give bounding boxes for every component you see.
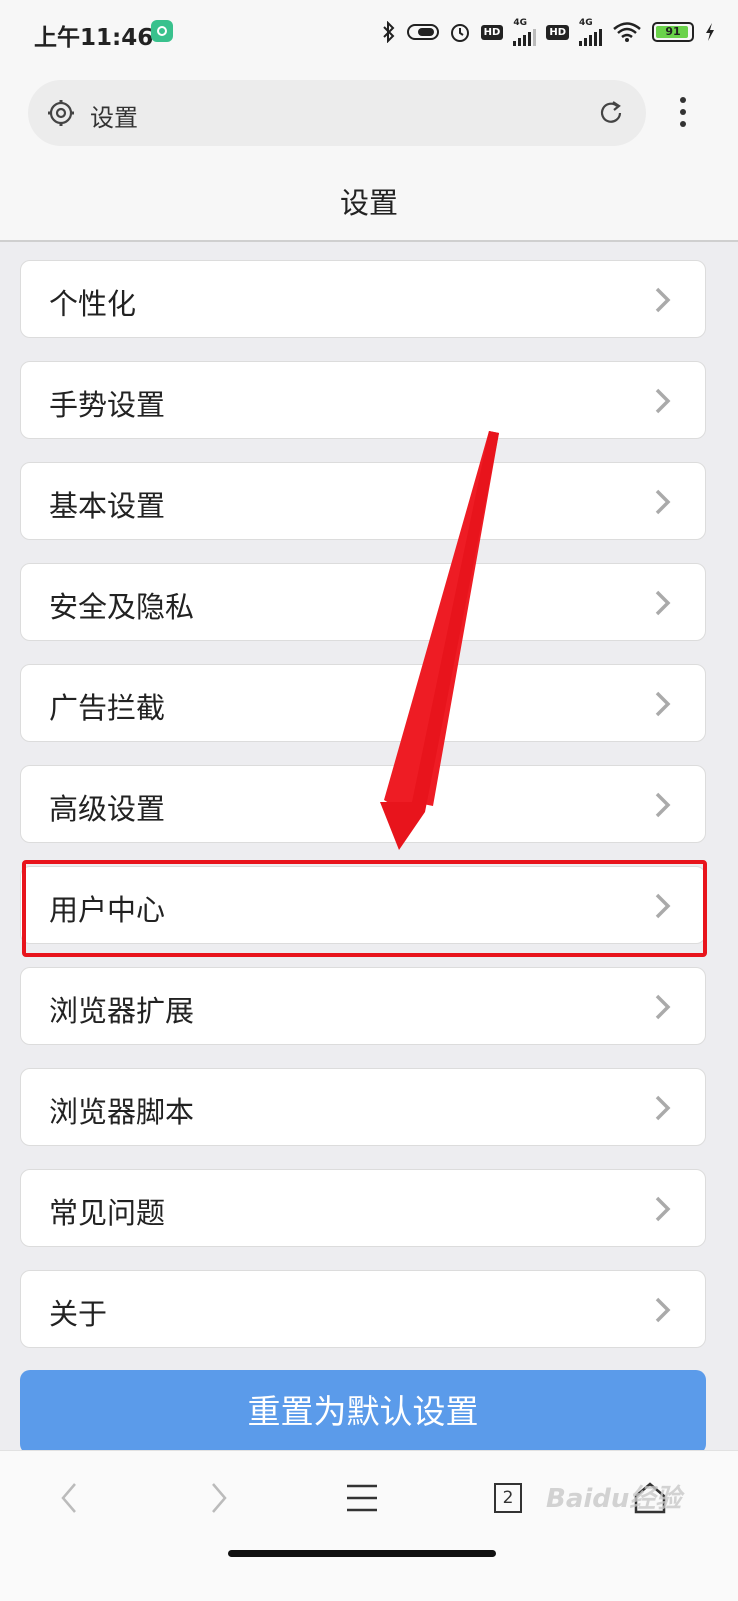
settings-item-label: 高级设置: [49, 792, 166, 826]
status-icons: HD 4G HD 4G 91: [381, 18, 716, 46]
gear-icon: [46, 98, 76, 128]
alarm-icon: [449, 21, 471, 43]
settings-item-browser-extensions[interactable]: 浏览器扩展: [20, 967, 706, 1045]
settings-item-browser-scripts[interactable]: 浏览器脚本: [20, 1068, 706, 1146]
reset-defaults-button[interactable]: 重置为默认设置: [20, 1370, 706, 1454]
network-type-2: 4G: [579, 17, 593, 28]
address-text: 设置: [90, 104, 138, 132]
chevron-right-icon: [653, 689, 673, 719]
settings-item-gestures[interactable]: 手势设置: [20, 361, 706, 439]
wifi-icon: [612, 21, 642, 43]
settings-item-user-center[interactable]: 用户中心: [20, 866, 706, 944]
settings-item-faq[interactable]: 常见问题: [20, 1169, 706, 1247]
settings-item-basic[interactable]: 基本设置: [20, 462, 706, 540]
settings-list: 个性化 手势设置 基本设置 安全及隐私 广告拦截 高级设置 用户中心 浏览器扩展…: [20, 260, 706, 1371]
settings-item-security-privacy[interactable]: 安全及隐私: [20, 563, 706, 641]
network-type-1: 4G: [513, 17, 527, 28]
chevron-right-icon: [653, 1295, 673, 1325]
chevron-right-icon: [653, 1194, 673, 1224]
hd-badge-2: HD: [546, 24, 569, 40]
bluetooth-icon: [381, 21, 397, 43]
settings-item-label: 关于: [49, 1297, 108, 1331]
reload-icon[interactable]: [596, 98, 626, 128]
home-indicator[interactable]: [228, 1550, 496, 1557]
settings-item-label: 常见问题: [49, 1196, 166, 1230]
settings-item-advanced[interactable]: 高级设置: [20, 765, 706, 843]
tabs-icon: 2: [494, 1483, 522, 1513]
settings-item-label: 安全及隐私: [49, 590, 195, 624]
app-notification-icon: [151, 20, 173, 42]
settings-item-label: 个性化: [49, 287, 137, 321]
back-button[interactable]: [40, 1471, 100, 1525]
settings-item-label: 广告拦截: [49, 691, 166, 725]
address-bar[interactable]: 设置: [28, 80, 646, 146]
bottom-nav-bar: 2: [0, 1450, 738, 1601]
tabs-count: 2: [502, 1488, 514, 1508]
settings-item-personalization[interactable]: 个性化: [20, 260, 706, 338]
more-menu-icon[interactable]: [668, 94, 698, 134]
charging-icon: [704, 22, 716, 42]
settings-item-label: 浏览器扩展: [49, 994, 195, 1028]
hamburger-icon: [347, 1484, 377, 1512]
settings-item-label: 浏览器脚本: [49, 1095, 195, 1129]
chevron-right-icon: [212, 1483, 227, 1513]
chevron-right-icon: [653, 992, 673, 1022]
status-time: 上午11:46: [34, 25, 154, 51]
settings-item-label: 用户中心: [49, 893, 166, 927]
chevron-right-icon: [653, 1093, 673, 1123]
chevron-right-icon: [653, 588, 673, 618]
chevron-right-icon: [653, 487, 673, 517]
forward-button[interactable]: [188, 1471, 248, 1525]
chevron-right-icon: [653, 891, 673, 921]
settings-item-ad-block[interactable]: 广告拦截: [20, 664, 706, 742]
chevron-right-icon: [653, 790, 673, 820]
page-title: 设置: [339, 186, 398, 220]
tabs-button[interactable]: 2: [478, 1471, 538, 1525]
chevron-right-icon: [653, 386, 673, 416]
chevron-left-icon: [61, 1483, 76, 1513]
settings-item-label: 基本设置: [49, 489, 166, 523]
hd-badge-1: HD: [480, 24, 504, 40]
watermark: Baidu经验: [546, 1484, 682, 1514]
menu-button[interactable]: [332, 1471, 392, 1525]
battery-icon: 91: [652, 22, 694, 42]
signal-2-icon: 4G: [579, 17, 602, 46]
settings-item-about[interactable]: 关于: [20, 1270, 706, 1348]
status-bar: 上午11:46 HD 4G HD 4G 91: [0, 0, 738, 66]
settings-item-label: 手势设置: [49, 388, 166, 422]
signal-1-icon: 4G: [513, 17, 537, 46]
battery-level: 91: [665, 25, 681, 38]
chevron-right-icon: [653, 285, 673, 315]
toggle-icon: [406, 22, 439, 42]
